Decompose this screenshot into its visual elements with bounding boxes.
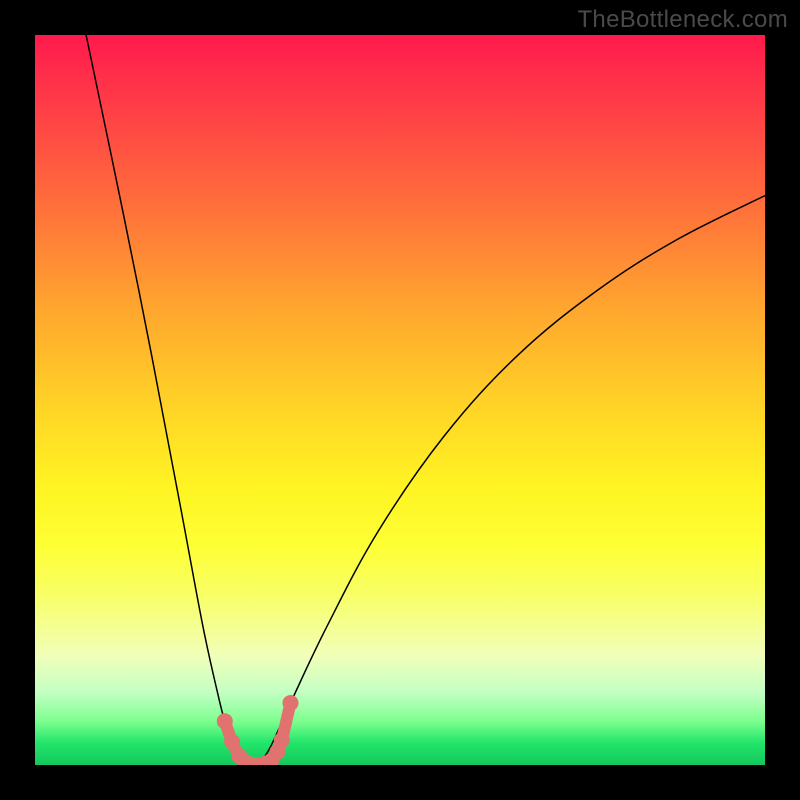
highlight-marker (217, 713, 233, 729)
highlight-marker (274, 732, 290, 748)
highlight-marker (283, 695, 299, 711)
right-curve (255, 196, 765, 765)
left-curve (86, 35, 251, 765)
plot-area (35, 35, 765, 765)
highlight-marker (224, 734, 240, 750)
chart-svg (35, 35, 765, 765)
watermark-text: TheBottleneck.com (577, 6, 788, 34)
outer-frame: TheBottleneck.com (0, 0, 800, 800)
